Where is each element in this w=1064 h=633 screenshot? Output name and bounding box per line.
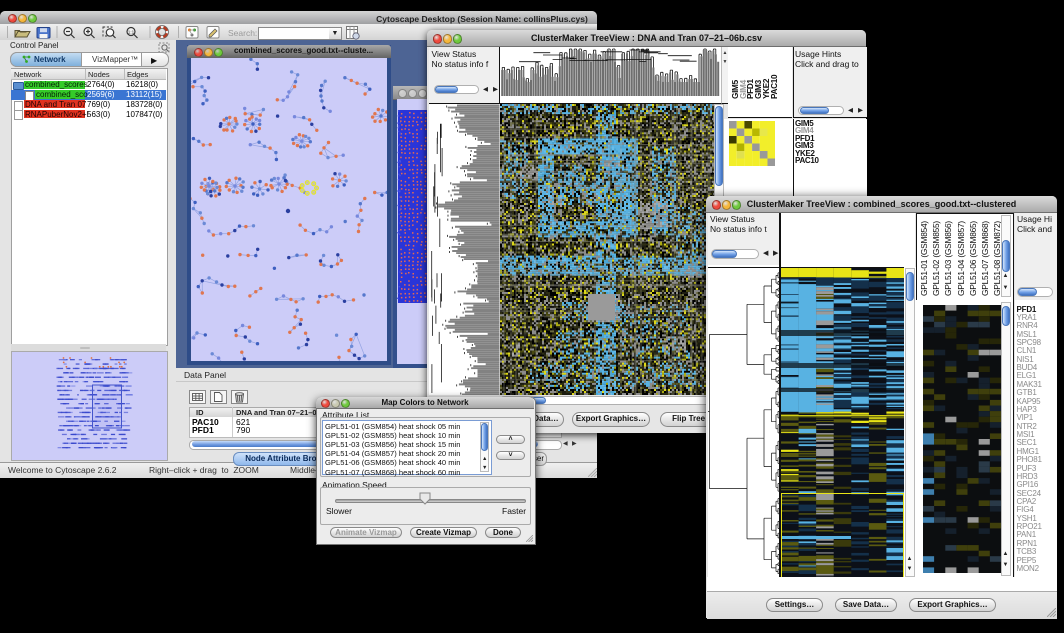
svg-text:1:1: 1:1 xyxy=(128,29,135,34)
